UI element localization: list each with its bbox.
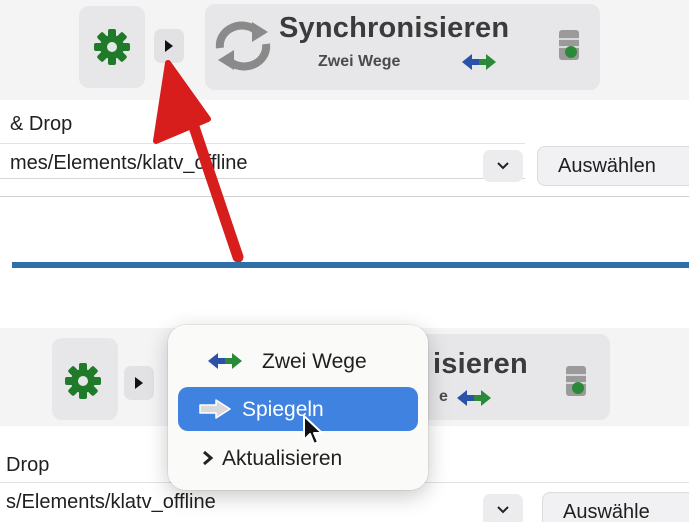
sync-mode-label: Zwei Wege	[318, 53, 401, 70]
gear-icon	[94, 29, 130, 65]
sync-button[interactable]: Synchronisieren Zwei Wege	[205, 4, 600, 90]
mouse-cursor-icon	[303, 415, 323, 445]
settings-button[interactable]	[79, 6, 145, 88]
choose-folder-button[interactable]: Auswähle	[542, 492, 689, 522]
sync-title: Synchronisieren	[279, 12, 510, 44]
play-arrow-icon	[165, 40, 173, 52]
separator	[0, 196, 689, 197]
drop-label: & Drop	[10, 113, 73, 135]
top-panel: Synchronisieren Zwei Wege & Drop mes/Ele…	[0, 0, 689, 258]
double-arrow-icon	[457, 390, 491, 406]
database-icon	[566, 366, 586, 396]
path-history-dropdown[interactable]	[483, 494, 523, 522]
sync-title: isieren	[433, 348, 528, 380]
settings-button[interactable]	[52, 338, 118, 420]
double-arrow-icon	[462, 54, 496, 70]
gear-icon	[65, 363, 101, 399]
chevron-down-icon	[497, 162, 509, 170]
folder-path-field[interactable]: mes/Elements/klatv_offline	[0, 143, 525, 179]
database-icon	[559, 30, 579, 60]
chevron-down-icon	[497, 506, 509, 514]
menu-item-label: Aktualisieren	[222, 447, 343, 470]
annotation-arrow-icon	[153, 60, 244, 263]
drop-label: Drop	[6, 454, 50, 476]
choose-folder-button[interactable]: Auswählen	[537, 146, 689, 186]
menu-item-label: Zwei Wege	[262, 350, 367, 373]
menu-item-zwei-wege[interactable]: Zwei Wege	[178, 339, 418, 383]
menu-item-spiegeln[interactable]: Spiegeln	[178, 387, 418, 431]
chevron-right-icon	[203, 450, 214, 466]
right-arrow-icon	[199, 399, 231, 419]
divider	[12, 262, 689, 268]
mode-menu-button[interactable]	[124, 366, 154, 400]
sync-mode-menu: Zwei Wege Spiegeln Aktualisieren	[168, 325, 428, 490]
folder-path-value: s/Elements/klatv_offline	[6, 491, 216, 513]
double-arrow-icon	[208, 353, 242, 369]
play-arrow-icon	[135, 377, 143, 389]
menu-item-aktualisieren[interactable]: Aktualisieren	[178, 436, 418, 480]
path-history-dropdown[interactable]	[483, 150, 523, 182]
sync-mode-label: e	[439, 388, 448, 405]
